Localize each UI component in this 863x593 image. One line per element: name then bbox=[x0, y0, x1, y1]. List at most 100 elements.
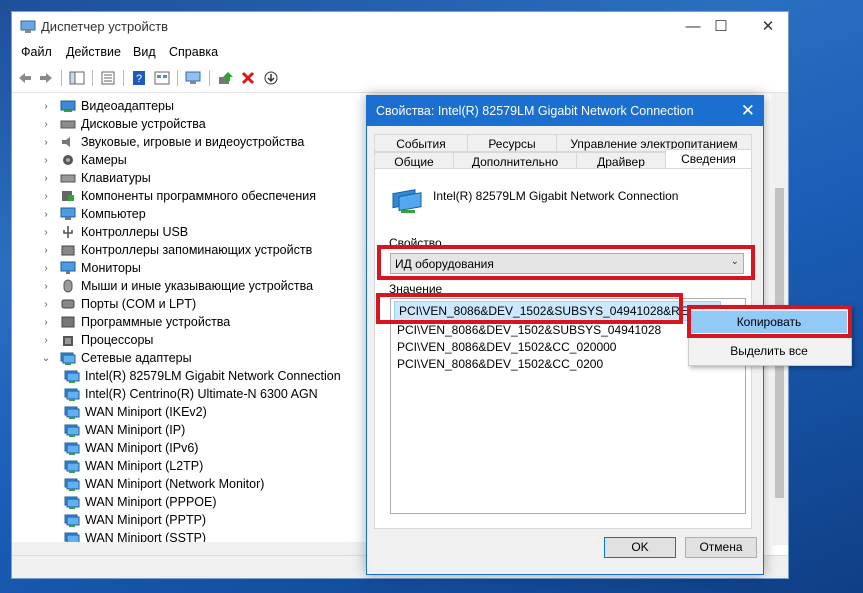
list-item[interactable]: PCI\VEN_8086&DEV_1502&SUBSYS_04941028 bbox=[397, 323, 661, 337]
scan-hardware-icon[interactable] bbox=[184, 68, 204, 88]
back-arrow-icon[interactable] bbox=[15, 68, 35, 88]
horizontal-scrollbar[interactable] bbox=[12, 542, 367, 556]
device-name: Intel(R) 82579LM Gigabit Network Connect… bbox=[433, 189, 679, 203]
tree-category[interactable]: › Клавиатуры bbox=[40, 169, 150, 187]
dialog-title: Свойства: Intel(R) 82579LM Gigabit Netwo… bbox=[376, 104, 694, 118]
tree-device[interactable]: WAN Miniport (IKEv2) bbox=[64, 403, 207, 421]
tab-resources[interactable]: Ресурсы bbox=[467, 134, 557, 152]
network-adapter-icon bbox=[392, 189, 422, 213]
chevron-right-icon[interactable]: › bbox=[40, 227, 52, 238]
tree-category[interactable]: › Компьютер bbox=[40, 205, 146, 223]
menu-file[interactable]: Файл bbox=[21, 45, 52, 59]
tree-category[interactable]: ⌄ Сетевые адаптеры bbox=[40, 349, 192, 367]
tree-item-label: Компьютер bbox=[81, 207, 146, 221]
tree-category[interactable]: › Звуковые, игровые и видеоустройства bbox=[40, 133, 304, 151]
dialog-title-bar[interactable]: Свойства: Intel(R) 82579LM Gigabit Netwo… bbox=[367, 96, 763, 126]
menu-help[interactable]: Справка bbox=[169, 45, 218, 59]
tree-device[interactable]: Intel(R) Centrino(R) Ultimate-N 6300 AGN bbox=[64, 385, 318, 403]
tree-device[interactable]: WAN Miniport (PPPOE) bbox=[64, 493, 217, 511]
tree-device[interactable]: WAN Miniport (Network Monitor) bbox=[64, 475, 264, 493]
console-tree-icon[interactable] bbox=[67, 68, 87, 88]
tree-item-label: Дисковые устройства bbox=[81, 117, 206, 131]
menu-view[interactable]: Вид bbox=[133, 45, 156, 59]
dialog-close-button[interactable]: ✕ bbox=[741, 101, 755, 121]
disable-device-icon[interactable] bbox=[261, 68, 281, 88]
chevron-right-icon[interactable]: › bbox=[40, 263, 52, 274]
tree-device[interactable]: WAN Miniport (IP) bbox=[64, 421, 185, 439]
chevron-right-icon[interactable]: › bbox=[40, 281, 52, 292]
camera-icon bbox=[63, 155, 73, 165]
cancel-button[interactable]: Отмена bbox=[685, 537, 757, 558]
chevron-right-icon[interactable]: › bbox=[40, 299, 52, 310]
tree-item-label: Intel(R) 82579LM Gigabit Network Connect… bbox=[85, 369, 341, 383]
tree-device[interactable]: Intel(R) 82579LM Gigabit Network Connect… bbox=[64, 367, 341, 385]
toolbar-divider bbox=[123, 70, 124, 86]
list-item[interactable]: PCI\VEN_8086&DEV_1502&CC_020000 bbox=[397, 340, 616, 354]
tree-category[interactable]: › Порты (COM и LPT) bbox=[40, 295, 196, 313]
chevron-right-icon[interactable]: › bbox=[40, 335, 52, 346]
highlight-box-value bbox=[376, 293, 683, 324]
network-adapter-icon bbox=[64, 496, 80, 509]
tree-item-label: WAN Miniport (Network Monitor) bbox=[85, 477, 265, 491]
tree-category[interactable]: › Программные устройства bbox=[40, 313, 230, 331]
chevron-right-icon[interactable]: › bbox=[40, 101, 52, 112]
tree-item-label: WAN Miniport (IKEv2) bbox=[85, 405, 207, 419]
chevron-right-icon[interactable]: › bbox=[40, 137, 52, 148]
tree-category[interactable]: › Видеоадаптеры bbox=[40, 97, 174, 115]
processor-icon bbox=[63, 336, 73, 346]
tree-category[interactable]: › Процессоры bbox=[40, 331, 153, 349]
chevron-down-icon[interactable]: ⌄ bbox=[40, 353, 52, 364]
tree-item-label: Порты (COM и LPT) bbox=[81, 297, 197, 311]
menu-action[interactable]: Действие bbox=[66, 45, 121, 59]
network-adapter-icon bbox=[64, 406, 80, 419]
usb-icon bbox=[63, 226, 73, 238]
tree-category[interactable]: › Контроллеры запоминающих устройств bbox=[40, 241, 312, 259]
context-menu-select-all[interactable]: Выделить все bbox=[691, 340, 847, 362]
tree-item-label: Компоненты программного обеспечения bbox=[81, 189, 316, 203]
maximize-button[interactable]: ☐ bbox=[710, 16, 732, 38]
tree-device[interactable]: WAN Miniport (PPTP) bbox=[64, 511, 206, 529]
tab-details[interactable]: Сведения bbox=[665, 149, 752, 169]
forward-arrow-icon[interactable] bbox=[36, 68, 56, 88]
tree-device[interactable]: WAN Miniport (IPv6) bbox=[64, 439, 198, 457]
network-adapter-icon bbox=[64, 460, 80, 473]
tree-item-label: Программные устройства bbox=[81, 315, 231, 329]
tree-category[interactable]: › Мониторы bbox=[40, 259, 141, 277]
ok-button[interactable]: OK bbox=[604, 537, 676, 558]
network-adapter-icon bbox=[64, 442, 80, 455]
properties-icon[interactable] bbox=[98, 68, 118, 88]
chevron-right-icon[interactable]: › bbox=[40, 209, 52, 220]
mouse-icon bbox=[63, 279, 73, 293]
tree-device[interactable]: WAN Miniport (L2TP) bbox=[64, 457, 203, 475]
device-tree[interactable]: › Видеоадаптеры › Дисковые устройства › Звуко… bbox=[12, 94, 367, 559]
tree-category[interactable]: › Компоненты программного обеспечения bbox=[40, 187, 316, 205]
chevron-right-icon[interactable]: › bbox=[40, 317, 52, 328]
toolbar-divider bbox=[177, 70, 178, 86]
chevron-right-icon[interactable]: › bbox=[40, 155, 52, 166]
chevron-right-icon[interactable]: › bbox=[40, 119, 52, 130]
list-item[interactable]: PCI\VEN_8086&DEV_1502&CC_0200 bbox=[397, 357, 603, 371]
chevron-right-icon[interactable]: › bbox=[40, 245, 52, 256]
uninstall-icon[interactable] bbox=[238, 68, 258, 88]
title-bar[interactable]: Диспетчер устройств — ☐ ✕ bbox=[12, 12, 788, 42]
tree-category[interactable]: › Дисковые устройства bbox=[40, 115, 206, 133]
show-hidden-icon[interactable] bbox=[152, 68, 172, 88]
chevron-right-icon[interactable]: › bbox=[40, 173, 52, 184]
chevron-right-icon[interactable]: › bbox=[40, 191, 52, 202]
toolbar-divider bbox=[61, 70, 62, 86]
tab-events[interactable]: События bbox=[374, 134, 468, 152]
tree-item-label: WAN Miniport (L2TP) bbox=[85, 459, 204, 473]
disk-icon bbox=[60, 120, 76, 129]
help-icon[interactable]: ? bbox=[129, 68, 149, 88]
toolbar: ? bbox=[12, 66, 788, 93]
tree-item-label: WAN Miniport (PPTP) bbox=[85, 513, 207, 527]
minimize-button[interactable]: — bbox=[682, 16, 704, 38]
tree-category[interactable]: › Мыши и иные указывающие устройства bbox=[40, 277, 313, 295]
tree-category[interactable]: › Контроллеры USB bbox=[40, 223, 188, 241]
highlight-box-property bbox=[377, 245, 755, 280]
tree-category[interactable]: › Камеры bbox=[40, 151, 126, 169]
tree-item-label: Мониторы bbox=[81, 261, 141, 275]
toolbar-divider bbox=[209, 70, 210, 86]
close-button[interactable]: ✕ bbox=[757, 16, 779, 38]
update-driver-icon[interactable] bbox=[216, 68, 236, 88]
